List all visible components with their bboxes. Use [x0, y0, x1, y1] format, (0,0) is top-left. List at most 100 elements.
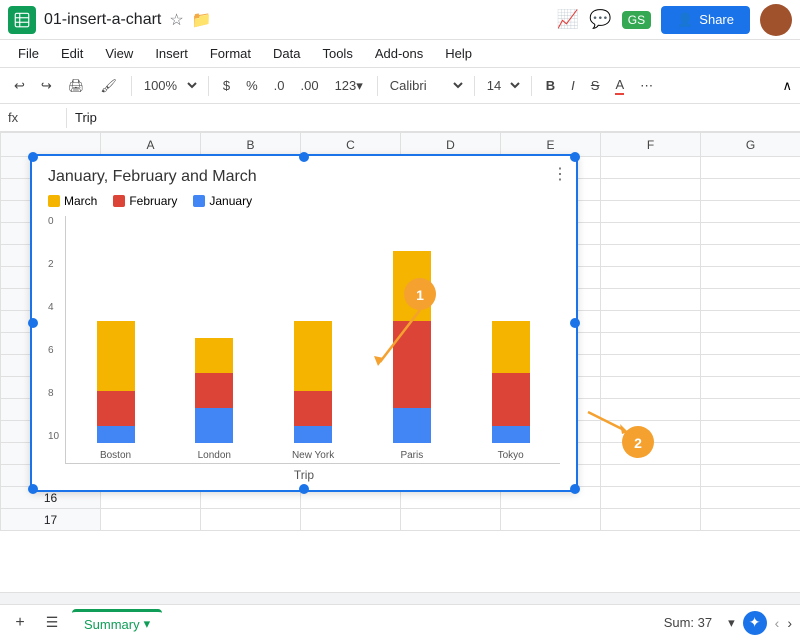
- explore-button[interactable]: ✦: [743, 611, 767, 635]
- redo-button[interactable]: ↪: [35, 76, 58, 96]
- share-button[interactable]: 👤 Share: [661, 6, 750, 34]
- menu-insert[interactable]: Insert: [145, 44, 198, 63]
- cell-F2[interactable]: [601, 179, 701, 201]
- cell-G14[interactable]: [701, 443, 800, 465]
- trending-up-icon[interactable]: 📈: [557, 9, 579, 30]
- folder-icon[interactable]: 📁: [192, 10, 212, 30]
- avatar[interactable]: [760, 4, 792, 36]
- cell-G2[interactable]: [701, 179, 800, 201]
- grid-scroll[interactable]: A B C D E F G 1 Trips this Year: [0, 132, 800, 592]
- cell-G7[interactable]: [701, 289, 800, 311]
- resize-handle-tr[interactable]: [570, 152, 580, 162]
- cell-G9[interactable]: [701, 333, 800, 355]
- nav-right-button[interactable]: ›: [787, 615, 792, 631]
- col-header-d[interactable]: D: [401, 133, 501, 157]
- cell-G15[interactable]: [701, 465, 800, 487]
- menu-edit[interactable]: Edit: [51, 44, 93, 63]
- cell-G11[interactable]: [701, 377, 800, 399]
- cell-F3[interactable]: [601, 201, 701, 223]
- format-number-button[interactable]: 123▾: [329, 76, 369, 96]
- cell-F16[interactable]: [601, 487, 701, 509]
- font-size-select[interactable]: 14: [483, 77, 523, 94]
- cell-G8[interactable]: [701, 311, 800, 333]
- cell-F5[interactable]: [601, 245, 701, 267]
- strikethrough-button[interactable]: S: [585, 76, 606, 95]
- cell-F7[interactable]: [601, 289, 701, 311]
- star-icon[interactable]: ☆: [169, 10, 183, 30]
- undo-button[interactable]: ↩: [8, 76, 31, 96]
- resize-handle-bl[interactable]: [28, 484, 38, 494]
- formula-input[interactable]: Trip: [75, 110, 792, 125]
- cell-F6[interactable]: [601, 267, 701, 289]
- cell-F9[interactable]: [601, 333, 701, 355]
- menu-tools[interactable]: Tools: [312, 44, 362, 63]
- sheet-tab-dropdown-icon[interactable]: ▾: [144, 616, 151, 632]
- percent-button[interactable]: %: [240, 76, 264, 95]
- cell-B17[interactable]: [201, 509, 301, 531]
- cell-C17[interactable]: [301, 509, 401, 531]
- sheet-list-button[interactable]: ☰: [40, 611, 64, 635]
- resize-handle-br[interactable]: [570, 484, 580, 494]
- collapse-toolbar-button[interactable]: ∧: [782, 78, 792, 94]
- col-header-a[interactable]: A: [101, 133, 201, 157]
- menu-format[interactable]: Format: [200, 44, 261, 63]
- nav-left-button[interactable]: ‹: [775, 615, 780, 631]
- cell-F13[interactable]: [601, 421, 701, 443]
- cell-G12[interactable]: [701, 399, 800, 421]
- resize-handle-top[interactable]: [299, 152, 309, 162]
- cell-G6[interactable]: [701, 267, 800, 289]
- cell-F11[interactable]: [601, 377, 701, 399]
- cell-A17[interactable]: [101, 509, 201, 531]
- colab-icon[interactable]: GS: [622, 11, 651, 29]
- sum-dropdown[interactable]: ▾: [728, 615, 735, 631]
- horizontal-scrollbar[interactable]: [0, 592, 800, 604]
- cell-F17[interactable]: [601, 509, 701, 531]
- col-header-f[interactable]: F: [601, 133, 701, 157]
- cell-G16[interactable]: [701, 487, 800, 509]
- cell-F10[interactable]: [601, 355, 701, 377]
- cell-F14[interactable]: [601, 443, 701, 465]
- cell-G3[interactable]: [701, 201, 800, 223]
- cell-D17[interactable]: [401, 509, 501, 531]
- cell-F12[interactable]: [601, 399, 701, 421]
- cell-g1[interactable]: [701, 157, 800, 179]
- resize-handle-bottom[interactable]: [299, 484, 309, 494]
- cell-G4[interactable]: [701, 223, 800, 245]
- resize-handle-right[interactable]: [570, 318, 580, 328]
- menu-view[interactable]: View: [95, 44, 143, 63]
- add-sheet-button[interactable]: +: [8, 611, 32, 635]
- cell-F15[interactable]: [601, 465, 701, 487]
- chart-menu-button[interactable]: ⋮: [552, 164, 568, 184]
- menu-data[interactable]: Data: [263, 44, 310, 63]
- col-header-g[interactable]: G: [701, 133, 800, 157]
- decimal-decrease-button[interactable]: .0: [268, 76, 291, 95]
- resize-handle-tl[interactable]: [28, 152, 38, 162]
- currency-button[interactable]: $: [217, 76, 236, 95]
- cell-G17[interactable]: [701, 509, 800, 531]
- col-header-c[interactable]: C: [301, 133, 401, 157]
- cell-E17[interactable]: [501, 509, 601, 531]
- paint-format-button[interactable]: 🖌: [94, 76, 123, 96]
- col-header-b[interactable]: B: [201, 133, 301, 157]
- more-button[interactable]: ⋯: [634, 76, 659, 96]
- cell-G10[interactable]: [701, 355, 800, 377]
- menu-help[interactable]: Help: [435, 44, 482, 63]
- cell-F8[interactable]: [601, 311, 701, 333]
- resize-handle-left[interactable]: [28, 318, 38, 328]
- cell-F4[interactable]: [601, 223, 701, 245]
- menu-addons[interactable]: Add-ons: [365, 44, 433, 63]
- col-header-e[interactable]: E: [501, 133, 601, 157]
- cell-G5[interactable]: [701, 245, 800, 267]
- comment-icon[interactable]: 💬: [589, 9, 611, 30]
- underline-button[interactable]: A: [609, 75, 630, 97]
- zoom-select[interactable]: 100%: [140, 77, 200, 94]
- cell-f1[interactable]: [601, 157, 701, 179]
- print-button[interactable]: 🖨: [62, 76, 91, 96]
- font-select[interactable]: Calibri: [386, 77, 466, 94]
- cell-G13[interactable]: [701, 421, 800, 443]
- italic-button[interactable]: I: [565, 76, 581, 95]
- sheet-tab-summary[interactable]: Summary ▾: [72, 609, 162, 636]
- bold-button[interactable]: B: [540, 76, 561, 95]
- menu-file[interactable]: File: [8, 44, 49, 63]
- decimal-increase-button[interactable]: .00: [294, 76, 324, 95]
